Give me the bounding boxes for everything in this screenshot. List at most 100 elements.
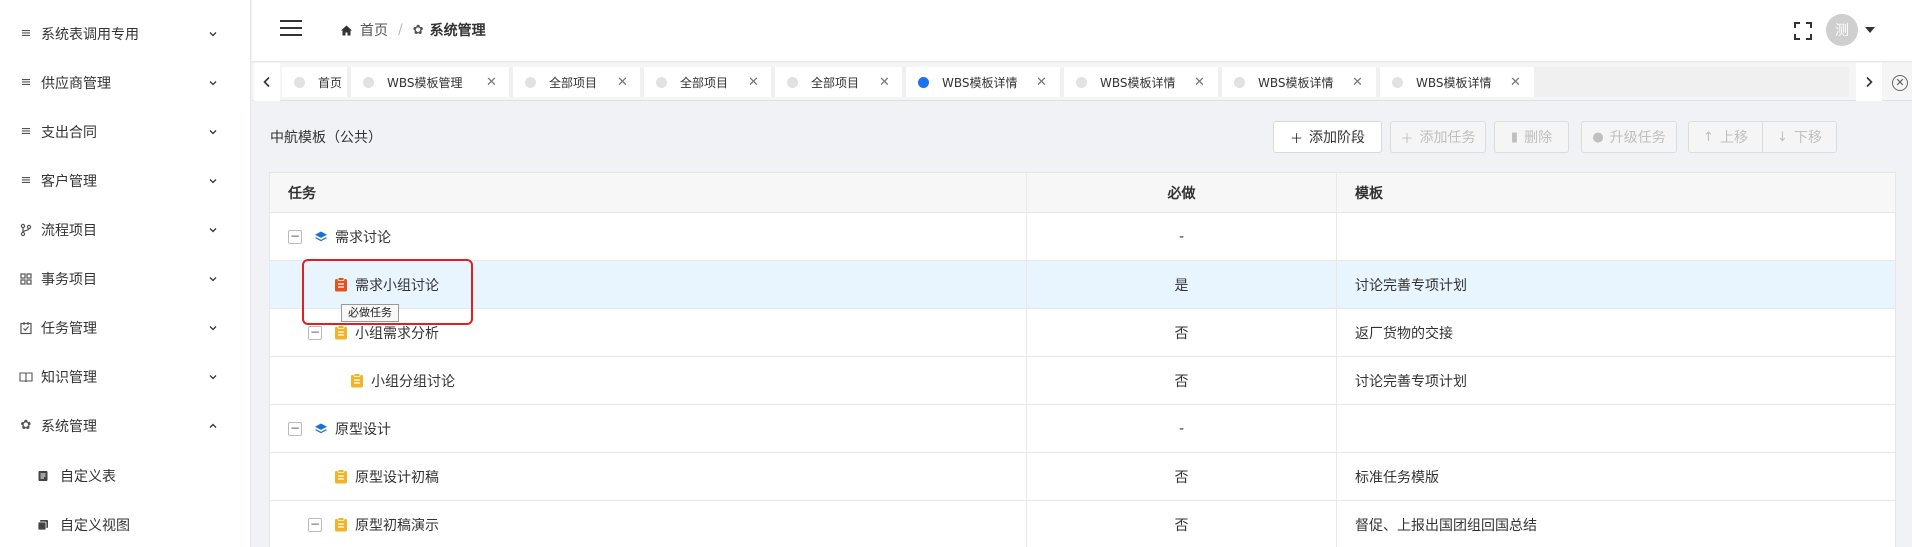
task-name: 小组需求分析 [355,325,439,342]
close-icon[interactable]: ✕ [1510,75,1521,90]
table-row[interactable]: − 小组需求分析 否 返厂货物的交接 [270,309,1895,357]
tab-all-projects-2[interactable]: 全部项目 ✕ [644,67,771,97]
clipboard-icon [335,325,347,340]
upgrade-task-button[interactable]: ● 升级任务 [1581,121,1677,153]
sidebar-item-system-management[interactable]: ✿ 系统管理 [0,401,251,450]
template-cell: 讨论完善专项计划 [1355,277,1467,294]
template-cell [1337,405,1897,452]
clipboard-icon [351,373,363,388]
tab-home[interactable]: 首页 [282,67,347,97]
sidebar-subitem-custom-table[interactable]: 自定义表 [0,451,251,500]
required-cell: 否 [1027,309,1337,356]
tabs-scroll-right-button[interactable] [1856,63,1882,101]
tab-label: 全部项目 [680,75,729,90]
collapse-toggle-icon[interactable]: − [288,422,302,436]
close-icon[interactable]: ✕ [1352,75,1363,90]
table-row[interactable]: − 原型设计 - [270,405,1895,453]
sidebar-item-label: 流程项目 [41,222,97,239]
caret-down-icon[interactable] [1865,27,1875,33]
delete-button[interactable]: ▮ 删除 [1494,121,1569,153]
chevron-down-icon [209,129,217,134]
chevron-down-icon [209,325,217,330]
avatar[interactable]: 测 [1826,14,1858,46]
close-icon[interactable]: ✕ [1194,75,1205,90]
checklist-icon [20,322,32,335]
table-header-row: 任务 必做 模板 [270,173,1895,213]
close-icon[interactable]: ✕ [748,75,759,90]
table-icon [38,471,48,481]
breadcrumb-home[interactable]: 首页 [360,20,388,40]
sidebar-item-label: 供应商管理 [41,75,111,92]
tab-label: 全部项目 [549,75,598,90]
sidebar-item-process-project[interactable]: 流程项目 [0,205,251,254]
move-up-button[interactable]: ↑ 上移 [1688,121,1763,153]
template-cell: 督促、上报出国团组回国总结 [1355,517,1537,534]
sidebar-subitem-custom-view[interactable]: 自定义视图 [0,500,251,547]
tab-label: WBS模板详情 [1416,75,1492,90]
sidebar-item-supplier[interactable]: ≡ 供应商管理 [0,58,251,107]
sidebar-item-task-management[interactable]: 任务管理 [0,303,251,352]
chevron-down-icon [209,374,217,379]
menu-icon: ≡ [20,26,32,41]
tab-label: WBS模板详情 [1100,75,1176,90]
tabs-scroll-left-button[interactable] [254,63,280,101]
required-cell: 否 [1027,453,1337,500]
sidebar-item-customer[interactable]: ≡ 客户管理 [0,156,251,205]
tab-label: WBS模板详情 [942,75,1018,90]
add-task-button[interactable]: ＋ 添加任务 [1390,121,1486,153]
trash-icon: ▮ [1510,129,1519,145]
sidebar-subitem-label: 自定义表 [60,468,116,485]
task-name: 原型设计初稿 [355,469,439,486]
sidebar-item-knowledge[interactable]: 知识管理 [0,352,251,401]
tab-wbs-template-detail-active[interactable]: WBS模板详情 ✕ [906,67,1060,97]
template-title: 中航模板（公共） [270,130,382,146]
collapse-toggle-icon[interactable]: − [288,230,302,244]
fullscreen-icon[interactable] [1794,22,1812,40]
button-label: 下移 [1793,130,1822,146]
close-all-tabs-icon[interactable]: ✕ [1892,75,1908,91]
gear-icon: ✿ [412,22,424,38]
sidebar-item-system-table[interactable]: ≡ 系统表调用专用 [0,9,251,58]
sidebar-item-affairs-project[interactable]: 事务项目 [0,254,251,303]
main-content: 中航模板（公共） ＋ 添加阶段 ＋ 添加任务 ▮ 删除 ● 升级任务 ↑ 上移 ↓ 下移 任… [252,102,1912,547]
chevron-left-icon [263,76,270,88]
sidebar-item-expense-contract[interactable]: ≡ 支出合同 [0,107,251,156]
close-icon[interactable]: ✕ [879,75,890,90]
table-row[interactable]: − 需求讨论 - [270,213,1895,261]
sidebar-item-label: 系统管理 [41,418,97,435]
close-icon[interactable]: ✕ [486,75,497,90]
close-icon[interactable]: ✕ [1036,75,1047,90]
tab-status-dot [656,77,667,88]
sidebar-item-label: 系统表调用专用 [41,26,139,43]
table-row-selected[interactable]: 需求小组讨论 是 讨论完善专项计划 [270,261,1895,309]
add-stage-button[interactable]: ＋ 添加阶段 [1273,121,1382,153]
wbs-task-table: 任务 必做 模板 − 需求讨论 - 需求小组讨论 是 讨论完善专项计划 − 小组… [269,172,1896,547]
sidebar-item-label: 客户管理 [41,173,97,190]
move-down-button[interactable]: ↓ 下移 [1762,121,1837,153]
chevron-down-icon [209,31,217,36]
table-row[interactable]: 小组分组讨论 否 讨论完善专项计划 [270,357,1895,405]
required-cell: 否 [1027,501,1337,547]
sidebar: ≡ 系统表调用专用 ≡ 供应商管理 ≡ 支出合同 ≡ 客户管理 流程项目 事务项… [0,0,251,547]
tab-wbs-template-detail-3[interactable]: WBS模板详情 ✕ [1222,67,1376,97]
chevron-right-icon [1866,76,1873,88]
sidebar-item-label: 支出合同 [41,124,97,141]
tab-wbs-template-management[interactable]: WBS模板管理 ✕ [351,67,509,97]
task-name: 需求讨论 [335,229,391,246]
tab-all-projects-1[interactable]: 全部项目 ✕ [513,67,640,97]
collapse-toggle-icon[interactable]: − [308,518,322,532]
breadcrumb-separator: / [398,22,403,38]
hamburger-icon[interactable] [280,20,302,38]
table-row[interactable]: − 原型初稿演示 否 督促、上报出国团组回国总结 [270,501,1895,547]
table-row[interactable]: 原型设计初稿 否 标准任务模版 [270,453,1895,501]
top-header: 首页 / ✿ 系统管理 测 [252,0,1912,62]
chevron-up-icon [209,423,217,428]
required-cell: - [1027,405,1337,452]
tab-all-projects-3[interactable]: 全部项目 ✕ [775,67,902,97]
collapse-toggle-icon[interactable]: − [308,326,322,340]
tab-wbs-template-detail-2[interactable]: WBS模板详情 ✕ [1064,67,1218,97]
arrow-up-icon: ↑ [1703,129,1714,145]
close-icon[interactable]: ✕ [617,75,628,90]
tab-wbs-template-detail-4[interactable]: WBS模板详情 ✕ [1380,67,1534,97]
tab-label: 全部项目 [811,75,860,90]
